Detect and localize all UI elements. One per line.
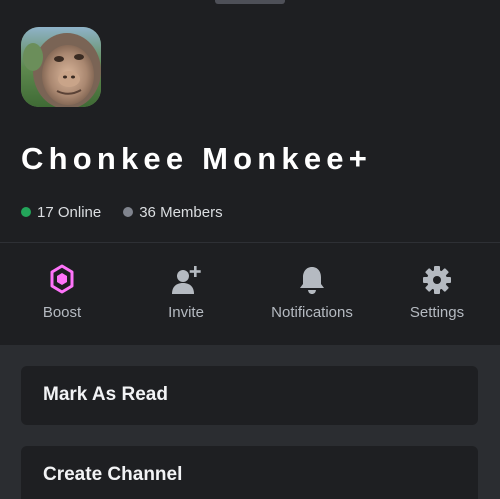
server-stats: 17 Online 36 Members <box>21 202 223 222</box>
members-status-dot <box>123 207 134 217</box>
notifications-button[interactable]: Notifications <box>252 258 372 334</box>
gear-icon <box>423 266 451 294</box>
boost-button[interactable]: Boost <box>2 258 122 334</box>
boost-label: Boost <box>42 304 82 321</box>
settings-label: Settings <box>409 304 465 321</box>
server-name: Chonkee Monkee+ <box>21 141 373 176</box>
create-channel-button[interactable]: Create Channel <box>21 446 478 499</box>
notifications-label: Notifications <box>271 304 353 321</box>
online-status-dot <box>21 207 31 217</box>
server-header-panel: Chonkee Monkee+ 17 Online 36 Members Boo… <box>0 0 500 345</box>
members-stat: 36 Members <box>123 203 223 221</box>
mark-as-read-label: Mark As Read <box>43 384 168 405</box>
sheet-drag-handle[interactable] <box>215 0 285 4</box>
server-avatar-monkey <box>21 27 101 107</box>
online-stat: 17 Online <box>21 204 101 221</box>
settings-button[interactable]: Settings <box>377 258 497 334</box>
online-count: 17 Online <box>37 203 102 221</box>
invite-label: Invite <box>168 304 204 321</box>
mark-as-read-button[interactable]: Mark As Read <box>21 366 478 425</box>
server-actions-row: Boost Invite Notifications Settings <box>0 258 500 334</box>
create-channel-label: Create Channel <box>43 464 183 485</box>
bell-icon <box>300 267 324 294</box>
server-avatar <box>21 27 101 107</box>
invite-button[interactable]: Invite <box>126 258 246 334</box>
add-user-icon <box>172 266 201 294</box>
members-count: 36 Members <box>139 203 223 221</box>
boost-gem-icon <box>50 264 74 294</box>
header-divider <box>0 242 500 243</box>
